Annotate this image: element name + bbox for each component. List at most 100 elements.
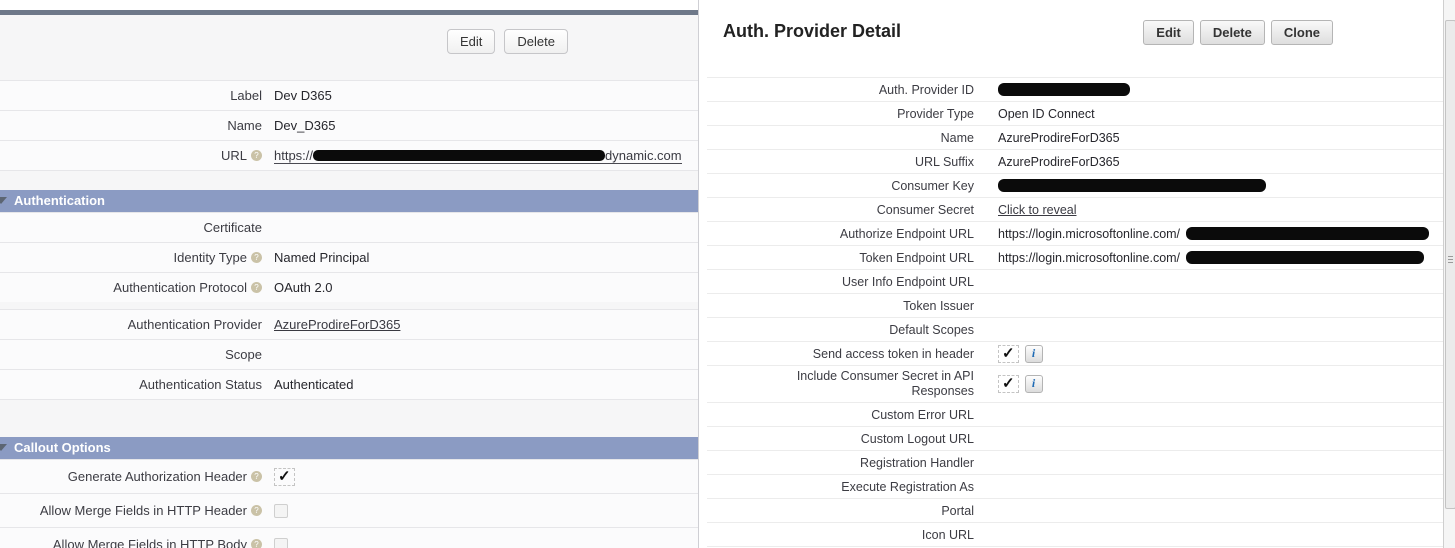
field-label: Identity Type? — [0, 250, 262, 265]
info-icon-button[interactable]: i — [1025, 375, 1043, 393]
redacted-value — [998, 83, 1130, 96]
field-label: Name — [0, 118, 262, 133]
detail-row: Scope — [0, 339, 698, 369]
section-header[interactable]: Authentication — [0, 190, 698, 212]
field-value: Dev_D365 — [262, 118, 335, 133]
auth-provider-detail-pane: Auth. Provider Detail EditDeleteClone Au… — [702, 0, 1443, 548]
detail-row: Custom Error URL — [707, 402, 1443, 426]
right-edit-button[interactable]: Edit — [1143, 20, 1194, 45]
field-value: Dev D365 — [262, 88, 332, 103]
left-delete-button[interactable]: Delete — [504, 29, 568, 54]
detail-row: Authorize Endpoint URLhttps://login.micr… — [707, 221, 1443, 245]
detail-row: NameAzureProdireForD365 — [707, 125, 1443, 149]
detail-row: Execute Registration As — [707, 474, 1443, 498]
checkbox-unchecked — [274, 504, 288, 518]
field-label-text: Token Issuer — [903, 299, 974, 313]
right-toolbar: EditDeleteClone — [1143, 20, 1333, 45]
field-label: Icon URL — [707, 528, 974, 542]
detail-row: Certificate — [0, 212, 698, 242]
field-label-text: Portal — [941, 504, 974, 518]
field-label-text: Name — [941, 131, 974, 145]
left-edit-button[interactable]: Edit — [447, 29, 495, 54]
checkbox-checked-icon: ✓ — [998, 345, 1019, 363]
field-label: Authorize Endpoint URL — [707, 227, 974, 241]
help-icon[interactable]: ? — [251, 252, 262, 263]
section-header[interactable]: Callout Options — [0, 437, 698, 459]
detail-row: Identity Type?Named Principal — [0, 242, 698, 272]
field-label-text: Authorize Endpoint URL — [840, 227, 974, 241]
right-detail-rows: Auth. Provider IDProvider TypeOpen ID Co… — [702, 77, 1443, 547]
help-icon[interactable]: ? — [251, 539, 262, 548]
field-value: Open ID Connect — [974, 107, 1095, 121]
field-value: OAuth 2.0 — [262, 280, 333, 295]
vertical-scrollbar[interactable] — [1443, 0, 1455, 548]
field-label: Token Issuer — [707, 299, 974, 313]
field-value-text: Authenticated — [274, 377, 354, 392]
field-label-text: Authentication Provider — [128, 317, 262, 332]
field-label: Provider Type — [707, 107, 974, 121]
detail-row: NameDev_D365 — [0, 110, 698, 140]
redacted-value — [998, 179, 1266, 192]
field-value-text: OAuth 2.0 — [274, 280, 333, 295]
help-icon[interactable]: ? — [251, 505, 262, 516]
field-label: Custom Error URL — [707, 408, 974, 422]
detail-row: Portal — [707, 498, 1443, 522]
help-icon[interactable]: ? — [251, 282, 262, 293]
section-title: Callout Options — [14, 440, 111, 455]
checkbox-checked-icon: ✓ — [274, 468, 295, 486]
scrollbar-thumb[interactable] — [1445, 20, 1455, 509]
field-value: AzureProdireForD365 — [262, 317, 400, 332]
detail-row: Generate Authorization Header? ✓ — [0, 459, 698, 493]
field-value-link[interactable]: https://dynamic.com — [274, 148, 682, 164]
left-sections: Authentication Certificate Identity Type?N… — [0, 190, 698, 548]
field-value — [974, 83, 1130, 96]
detail-row: Default Scopes — [707, 317, 1443, 341]
detail-row: Provider TypeOpen ID Connect — [707, 101, 1443, 125]
detail-row: Custom Logout URL — [707, 426, 1443, 450]
detail-row: Send access token in header✓i — [707, 341, 1443, 365]
field-label: Allow Merge Fields in HTTP Header? — [0, 503, 262, 518]
field-label-text: Allow Merge Fields in HTTP Header — [40, 503, 247, 518]
field-value-link[interactable]: AzureProdireForD365 — [274, 317, 400, 332]
detail-row: Allow Merge Fields in HTTP Header? — [0, 493, 698, 527]
field-value: ✓i — [974, 345, 1043, 363]
left-toolbar: Edit Delete — [0, 15, 698, 67]
scrollbar-grip-icon — [1448, 256, 1453, 265]
field-label-text: Icon URL — [922, 528, 974, 542]
help-icon[interactable]: ? — [251, 150, 262, 161]
field-value: Authenticated — [262, 377, 354, 392]
field-label: Include Consumer Secret in API Responses — [707, 369, 974, 399]
info-icon-button[interactable]: i — [1025, 345, 1043, 363]
field-label-text: URL — [221, 148, 247, 163]
field-value: ✓ — [262, 468, 295, 486]
field-label: Token Endpoint URL — [707, 251, 974, 265]
collapse-arrow-icon — [0, 444, 7, 451]
field-value-link[interactable]: Click to reveal — [998, 203, 1077, 217]
field-value: AzureProdireForD365 — [974, 155, 1120, 169]
field-label: Registration Handler — [707, 456, 974, 470]
right-delete-button[interactable]: Delete — [1200, 20, 1265, 45]
field-label: Custom Logout URL — [707, 432, 974, 446]
detail-row: Token Endpoint URLhttps://login.microsof… — [707, 245, 1443, 269]
section-rows: Certificate Identity Type?Named Principal… — [0, 212, 698, 400]
right-clone-button[interactable]: Clone — [1271, 20, 1333, 45]
screenshot-root: EditDelete LabelDev D365NameDev_D365URL?… — [0, 0, 1455, 548]
checkbox-unchecked — [274, 538, 288, 548]
field-value — [262, 538, 288, 548]
field-label: Portal — [707, 504, 974, 518]
field-value: Named Principal — [262, 250, 369, 265]
field-label-text: Generate Authorization Header — [68, 469, 247, 484]
field-value: Click to reveal — [974, 203, 1077, 217]
detail-row: Allow Merge Fields in HTTP Body? — [0, 527, 698, 548]
field-label-text: Certificate — [203, 220, 262, 235]
section-rows: Generate Authorization Header? ✓ Allow Mer… — [0, 459, 698, 548]
field-value — [262, 504, 288, 518]
field-value: https://login.microsoftonline.com/ — [974, 227, 1429, 241]
help-icon[interactable]: ? — [251, 471, 262, 482]
field-label-text: Provider Type — [897, 107, 974, 121]
field-label: Generate Authorization Header? — [0, 469, 262, 484]
field-label: Label — [0, 88, 262, 103]
field-label: Scope — [0, 347, 262, 362]
detail-row: Auth. Provider ID — [707, 77, 1443, 101]
field-label: Default Scopes — [707, 323, 974, 337]
